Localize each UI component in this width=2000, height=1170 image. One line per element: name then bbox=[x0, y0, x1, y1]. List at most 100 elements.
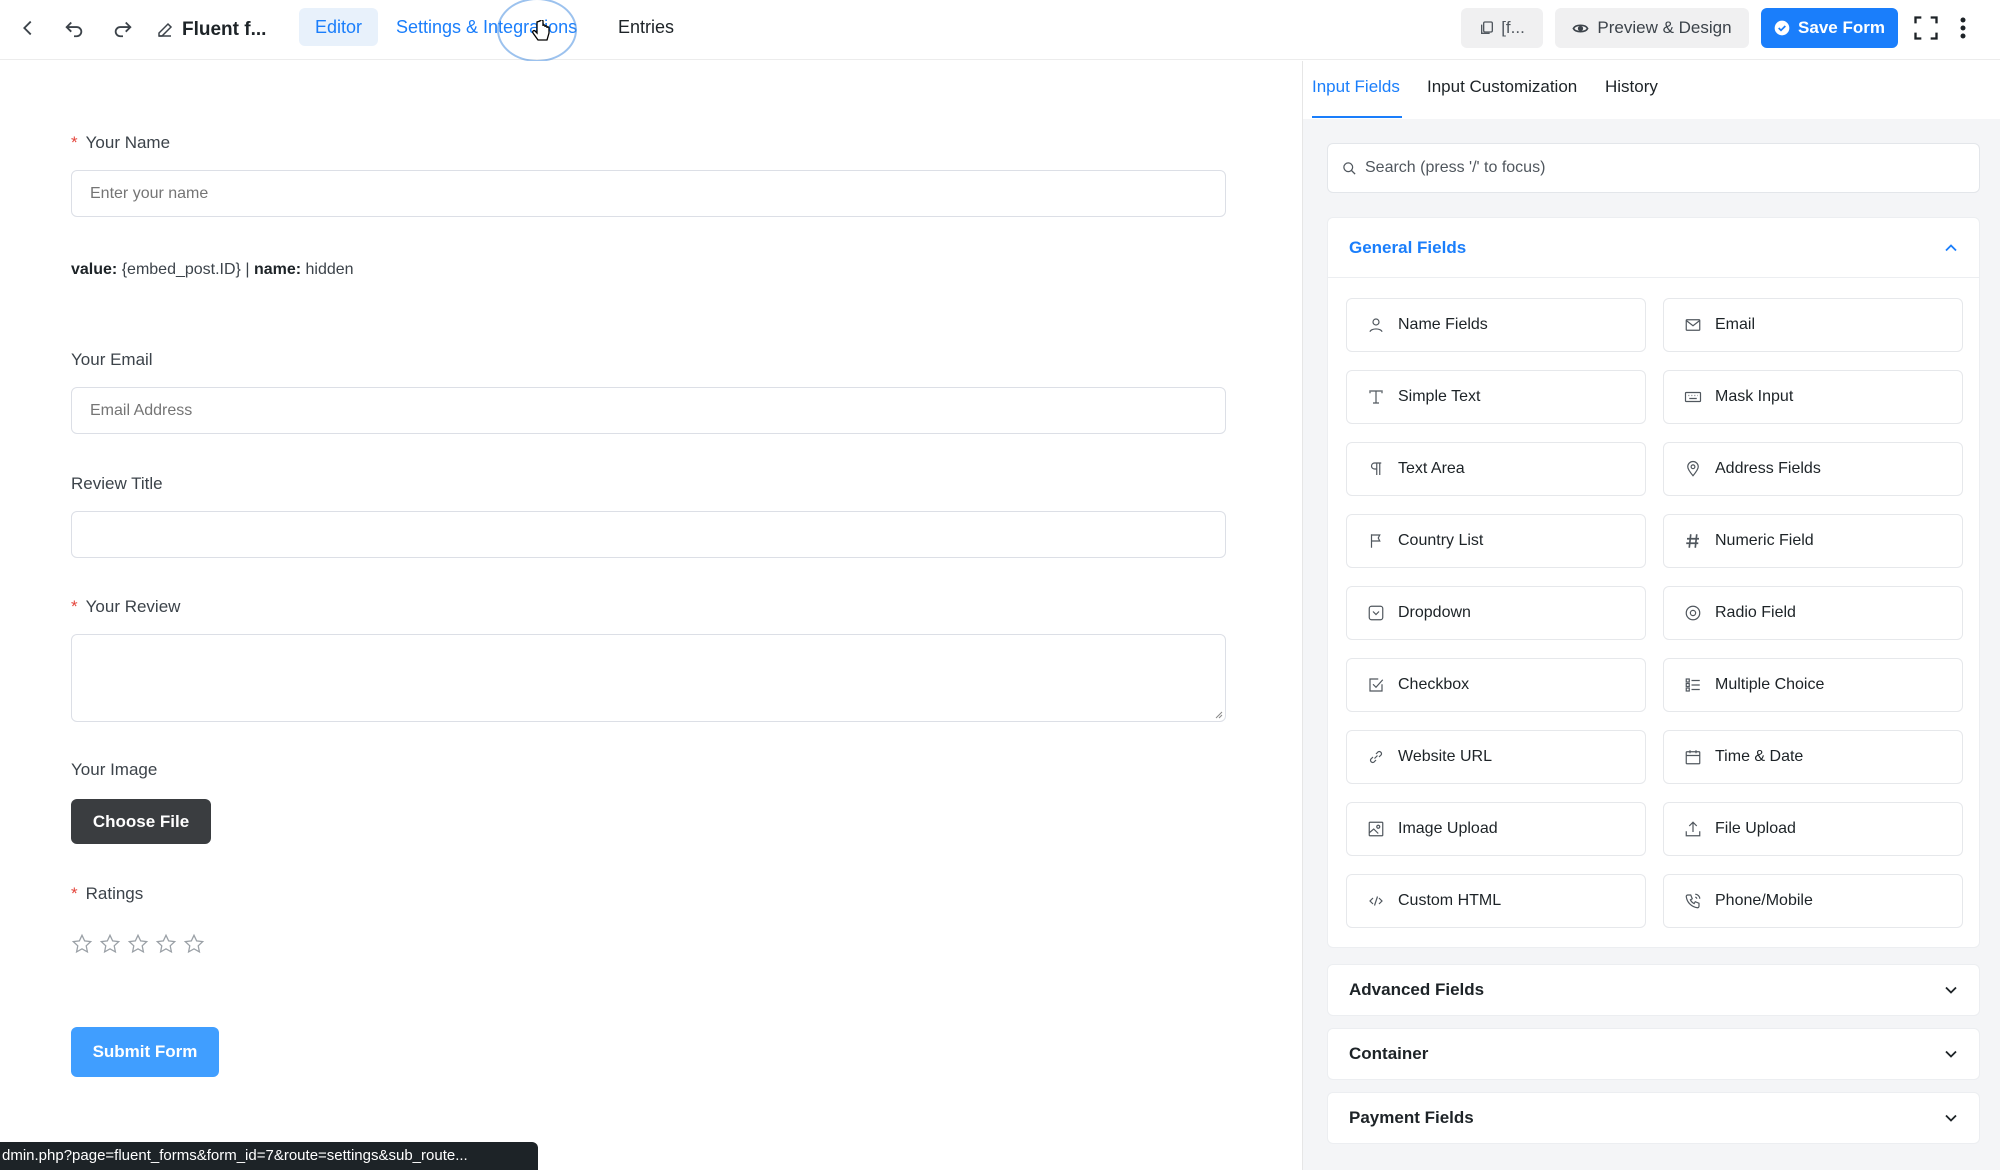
shortcode-button[interactable]: [f... bbox=[1461, 8, 1543, 48]
back-icon[interactable] bbox=[12, 12, 44, 44]
field-item-country-list[interactable]: Country List bbox=[1346, 514, 1646, 568]
pencil-icon bbox=[158, 22, 173, 37]
star-icon[interactable] bbox=[99, 933, 121, 955]
link-icon bbox=[1366, 747, 1386, 767]
choose-file-button[interactable]: Choose File bbox=[71, 799, 211, 844]
name-input[interactable] bbox=[71, 170, 1226, 217]
tab-input-fields[interactable]: Input Fields bbox=[1312, 77, 1400, 97]
field-item-mask-input[interactable]: Mask Input bbox=[1663, 370, 1963, 424]
hidden-field-info[interactable]: value: {embed_post.ID} | name: hidden bbox=[71, 261, 354, 279]
container-header[interactable]: Container bbox=[1328, 1029, 1979, 1079]
image-field-label: Your Image bbox=[71, 760, 158, 779]
submit-form-button[interactable]: Submit Form bbox=[71, 1027, 219, 1077]
field-item-label: Image Upload bbox=[1398, 820, 1498, 837]
field-item-numeric-field[interactable]: Numeric Field bbox=[1663, 514, 1963, 568]
field-item-time-date[interactable]: Time & Date bbox=[1663, 730, 1963, 784]
container-title: Container bbox=[1349, 1044, 1429, 1063]
field-item-multiple-choice[interactable]: Multiple Choice bbox=[1663, 658, 1963, 712]
ratings-field-label: * Ratings bbox=[71, 884, 144, 903]
field-item-name-fields[interactable]: Name Fields bbox=[1346, 298, 1646, 352]
form-name-button[interactable]: Fluent f... bbox=[156, 14, 266, 46]
resize-grip-icon[interactable] bbox=[1213, 709, 1223, 719]
field-item-text-area[interactable]: Text Area bbox=[1346, 442, 1646, 496]
advanced-fields-header[interactable]: Advanced Fields bbox=[1328, 965, 1979, 1015]
eye-icon bbox=[1572, 23, 1589, 33]
required-asterisk: * bbox=[71, 133, 78, 152]
star-icon[interactable] bbox=[127, 933, 149, 955]
save-form-button[interactable]: Save Form bbox=[1761, 8, 1898, 48]
field-item-label: Text Area bbox=[1398, 460, 1465, 477]
field-item-checkbox[interactable]: Checkbox bbox=[1346, 658, 1646, 712]
tab-input-customization[interactable]: Input Customization bbox=[1427, 77, 1577, 97]
email-field-label: Your Email bbox=[71, 350, 153, 369]
image-icon bbox=[1366, 819, 1386, 839]
general-fields-section: General Fields Name Fields Email Simple Te… bbox=[1327, 217, 1980, 948]
field-item-phone-mobile[interactable]: Phone/Mobile bbox=[1663, 874, 1963, 928]
star-icon[interactable] bbox=[155, 933, 177, 955]
star-icon[interactable] bbox=[183, 933, 205, 955]
field-item-simple-text[interactable]: Simple Text bbox=[1346, 370, 1646, 424]
top-toolbar: Fluent f... Editor Settings & Integratio… bbox=[0, 0, 2000, 62]
field-item-custom-html[interactable]: Custom HTML bbox=[1346, 874, 1646, 928]
panel-tabs: Input Fields Input Customization History bbox=[1303, 61, 2000, 119]
user-icon bbox=[1366, 315, 1386, 335]
code-icon bbox=[1366, 891, 1386, 911]
redo-icon[interactable] bbox=[107, 12, 139, 44]
check-circle-icon bbox=[1774, 20, 1790, 36]
field-item-label: Website URL bbox=[1398, 748, 1492, 765]
chevron-down-icon bbox=[1945, 1050, 1957, 1058]
search-icon bbox=[1343, 161, 1356, 175]
shortcode-label: [f... bbox=[1501, 18, 1525, 37]
required-asterisk: * bbox=[71, 597, 78, 616]
field-item-label: Numeric Field bbox=[1715, 532, 1814, 549]
field-item-radio-field[interactable]: Radio Field bbox=[1663, 586, 1963, 640]
radio-icon bbox=[1683, 603, 1703, 623]
tab-history[interactable]: History bbox=[1605, 77, 1658, 97]
advanced-fields-title: Advanced Fields bbox=[1349, 980, 1485, 999]
payment-fields-section: Payment Fields bbox=[1327, 1092, 1980, 1144]
chevron-down-icon bbox=[1945, 986, 1957, 994]
tab-editor[interactable]: Editor bbox=[299, 8, 379, 46]
tab-entries[interactable]: Entries bbox=[602, 8, 690, 46]
paragraph-icon bbox=[1366, 459, 1386, 479]
flag-icon bbox=[1366, 531, 1386, 551]
required-asterisk: * bbox=[71, 884, 78, 903]
field-item-label: Mask Input bbox=[1715, 388, 1794, 405]
field-search-input[interactable]: Search (press '/' to focus) bbox=[1327, 143, 1980, 193]
field-item-label: Email bbox=[1715, 316, 1756, 333]
fields-panel: Input Fields Input Customization History… bbox=[1302, 61, 2000, 1170]
container-section: Container bbox=[1327, 1028, 1980, 1080]
checkbox-icon bbox=[1366, 675, 1386, 695]
form-editor-canvas: *Your Name value: {embed_post.ID} | name… bbox=[0, 61, 1302, 1170]
general-fields-header[interactable]: General Fields bbox=[1328, 218, 1979, 278]
payment-fields-header[interactable]: Payment Fields bbox=[1328, 1093, 1979, 1143]
active-tab-indicator bbox=[1312, 116, 1402, 118]
field-item-website-url[interactable]: Website URL bbox=[1346, 730, 1646, 784]
field-item-dropdown[interactable]: Dropdown bbox=[1346, 586, 1646, 640]
phone-icon bbox=[1683, 891, 1703, 911]
field-item-label: Simple Text bbox=[1398, 388, 1481, 405]
field-item-address-fields[interactable]: Address Fields bbox=[1663, 442, 1963, 496]
star-icon[interactable] bbox=[71, 933, 93, 955]
tab-settings-integrations[interactable]: Settings & Integrations bbox=[380, 8, 593, 46]
chevron-down-icon bbox=[1945, 1114, 1957, 1122]
field-item-label: File Upload bbox=[1715, 820, 1796, 837]
field-item-image-upload[interactable]: Image Upload bbox=[1346, 802, 1646, 856]
rating-stars[interactable] bbox=[71, 933, 205, 955]
field-item-label: Custom HTML bbox=[1398, 892, 1502, 909]
more-options-icon[interactable] bbox=[1950, 12, 1976, 44]
list-icon bbox=[1683, 675, 1703, 695]
undo-icon[interactable] bbox=[58, 12, 90, 44]
email-input[interactable] bbox=[71, 387, 1226, 434]
preview-design-button[interactable]: Preview & Design bbox=[1555, 8, 1749, 48]
field-item-email[interactable]: Email bbox=[1663, 298, 1963, 352]
form-name: Fluent f... bbox=[182, 19, 267, 40]
copy-icon bbox=[1481, 21, 1494, 34]
review-textarea[interactable] bbox=[71, 634, 1226, 722]
fullscreen-icon[interactable] bbox=[1910, 12, 1942, 44]
review-title-input[interactable] bbox=[71, 511, 1226, 558]
save-form-label: Save Form bbox=[1798, 18, 1885, 37]
general-fields-title: General Fields bbox=[1349, 237, 1467, 257]
field-item-label: Name Fields bbox=[1398, 316, 1488, 333]
field-item-file-upload[interactable]: File Upload bbox=[1663, 802, 1963, 856]
